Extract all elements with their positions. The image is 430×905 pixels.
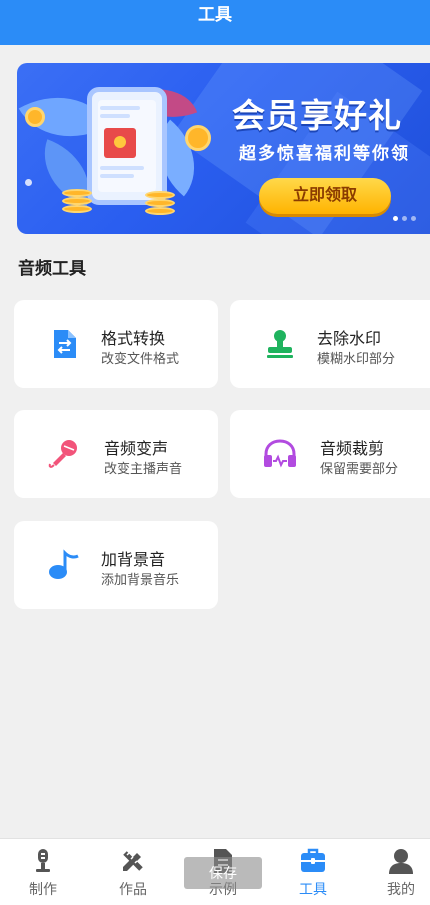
tab-label: 工具 [299, 881, 327, 897]
tool-name: 加背景音 [101, 552, 166, 569]
tool-voice-change[interactable]: 音频变声 改变主播声音 [14, 410, 218, 498]
carousel-dot [393, 216, 398, 221]
banner-title: 会员享好礼 [232, 97, 402, 134]
coin-stack-icon [145, 191, 175, 199]
coin-icon [25, 107, 45, 127]
tool-desc: 模糊水印部分 [317, 351, 396, 366]
coin-icon [185, 125, 211, 151]
carousel-dot [402, 216, 407, 221]
section-title: 音频工具 [18, 259, 86, 278]
tool-format-convert[interactable]: 格式转换 改变文件格式 [14, 300, 218, 388]
file-convert-icon [46, 326, 82, 362]
microphone-stand-icon [29, 847, 57, 875]
carousel-dot [411, 216, 416, 221]
tab-make[interactable]: 制作 [0, 839, 86, 905]
coin-stack-icon [145, 207, 175, 215]
user-icon [387, 847, 415, 875]
toolbox-icon [299, 847, 327, 875]
coin-stack-icon [62, 205, 92, 213]
tool-desc: 保留需要部分 [320, 461, 399, 476]
tab-label: 制作 [29, 881, 57, 897]
tool-name: 格式转换 [101, 331, 166, 348]
tool-desc: 改变文件格式 [101, 351, 180, 366]
coin-stack-icon [62, 197, 92, 205]
tool-desc: 添加背景音乐 [101, 572, 180, 587]
tab-tools[interactable]: 工具 [270, 839, 356, 905]
tool-add-bgm[interactable]: 加背景音 添加背景音乐 [14, 521, 218, 609]
coin-stack-icon [145, 199, 175, 207]
tool-remove-watermark[interactable]: 去除水印 模糊水印部分 [230, 300, 430, 388]
microphone-icon [46, 436, 82, 472]
tool-desc: 改变主播声音 [104, 461, 183, 476]
tab-label: 作品 [119, 881, 147, 897]
claim-button[interactable]: 立即领取 [259, 178, 391, 214]
banner-decor [25, 179, 32, 186]
music-note-icon [46, 547, 82, 583]
tool-name: 去除水印 [317, 331, 382, 348]
app-header: 工具 [0, 0, 430, 45]
tab-label: 我的 [387, 881, 415, 897]
carousel-indicator [393, 216, 416, 221]
stamp-icon [262, 326, 298, 362]
tool-name: 音频变声 [104, 441, 169, 458]
tool-audio-trim[interactable]: 音频裁剪 保留需要部分 [230, 410, 430, 498]
page-title: 工具 [198, 5, 232, 24]
pencil-ruler-icon [119, 847, 147, 875]
phone-illustration [87, 87, 167, 205]
banner-subtitle: 超多惊喜福利等你领 [239, 144, 410, 163]
save-toast: 保存 [184, 857, 262, 889]
headphones-icon [262, 436, 298, 472]
coin-stack-icon [62, 189, 92, 197]
tool-name: 音频裁剪 [320, 441, 385, 458]
promo-banner[interactable]: 会员享好礼 超多惊喜福利等你领 立即领取 [17, 63, 430, 234]
tab-works[interactable]: 作品 [90, 839, 176, 905]
tab-me[interactable]: 我的 [358, 839, 430, 905]
